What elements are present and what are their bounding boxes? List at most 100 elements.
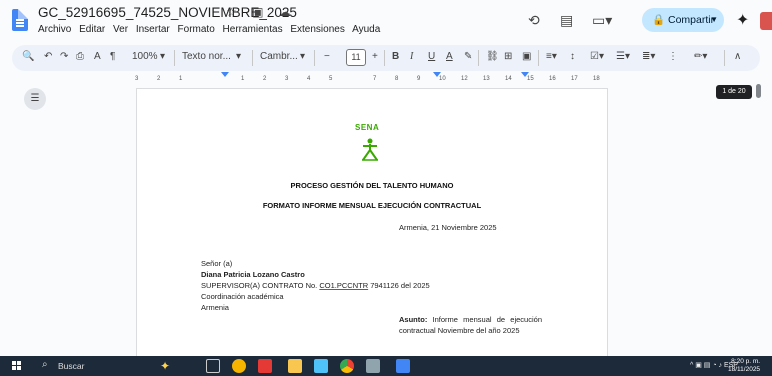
ruler-tick: 1 <box>241 76 245 82</box>
ruler-tick: 5 <box>329 76 333 82</box>
numbered-list-icon[interactable]: ≣▾ <box>642 51 655 62</box>
ruler-tick: 17 <box>571 76 578 82</box>
undo-icon[interactable]: ↶ <box>44 51 52 62</box>
zoom-select[interactable]: 100% <box>132 51 158 62</box>
document-canvas[interactable]: SENA PROCESO GESTIÓN DEL TALENTO HUMANO … <box>0 86 772 356</box>
mail-app-icon[interactable] <box>314 359 328 373</box>
paint-format-icon[interactable]: ¶ <box>110 51 115 62</box>
avatar[interactable] <box>760 12 772 30</box>
clock-date: 18/11/2025 <box>728 366 761 373</box>
collapse-toolbar-icon[interactable]: ∧ <box>734 51 741 62</box>
align-icon[interactable]: ≡▾ <box>546 51 557 62</box>
ruler-tick: 7 <box>373 76 377 82</box>
bold-button[interactable]: B <box>392 51 399 62</box>
history-icon[interactable]: ⟲ <box>528 12 540 29</box>
lock-icon: 🔒 <box>652 14 666 26</box>
menu-archivo[interactable]: Archivo <box>38 24 71 35</box>
italic-button[interactable]: I <box>410 51 413 62</box>
font-size-input[interactable]: 11 <box>346 49 366 66</box>
subject-block: Asunto: Informe mensual de ejecución con… <box>399 315 542 336</box>
ruler-tick: 2 <box>263 76 267 82</box>
title-bar: GC_52916695_74525_NOVIEMBRE_2025 ☆ ▣ ☁ A… <box>0 0 772 44</box>
active-app-icon[interactable] <box>396 359 410 373</box>
menu-editar[interactable]: Editar <box>79 24 105 35</box>
print-icon[interactable]: ⎙ <box>76 51 84 62</box>
file-explorer-icon[interactable] <box>288 359 302 373</box>
decrease-font-icon[interactable]: − <box>324 51 330 62</box>
style-select[interactable]: Texto nor... <box>182 51 231 62</box>
department: Coordinación académica <box>201 292 284 301</box>
tab-stop-marker[interactable] <box>433 72 441 77</box>
chevron-down-icon[interactable]: ▾ <box>300 51 305 62</box>
menu-herramientas[interactable]: Herramientas <box>223 24 283 35</box>
right-indent-marker[interactable] <box>521 72 529 77</box>
title-action-icons[interactable]: ☆ ▣ ☁ <box>226 5 297 19</box>
underline-button[interactable]: U <box>428 51 435 62</box>
editing-mode-icon[interactable]: ✏▾ <box>694 51 707 62</box>
ruler-tick: 3 <box>135 76 139 82</box>
ruler-tick: 18 <box>593 76 600 82</box>
divider <box>384 50 385 66</box>
redo-icon[interactable]: ↷ <box>60 51 68 62</box>
divider <box>538 50 539 66</box>
widgets-icon[interactable] <box>232 359 246 373</box>
divider <box>174 50 175 66</box>
store-app-icon[interactable] <box>366 359 380 373</box>
chevron-down-icon[interactable]: ▼ <box>710 8 718 32</box>
menu-ayuda[interactable]: Ayuda <box>352 24 380 35</box>
scrollbar-thumb[interactable] <box>756 84 761 98</box>
ruler[interactable]: 3 2 1 1 2 3 4 5 7 8 9 10 12 13 14 15 16 … <box>135 72 607 86</box>
share-label: Compartir <box>668 14 715 26</box>
menu-formato[interactable]: Formato <box>178 24 215 35</box>
search-menus-icon[interactable]: 🔍 <box>22 51 34 62</box>
comments-icon[interactable]: ▤ <box>560 12 573 29</box>
spellcheck-icon[interactable]: A <box>94 51 101 62</box>
document-outline-button[interactable]: ☰ <box>24 88 46 110</box>
clock[interactable]: 8:20 p. m. 18/11/2025 <box>728 358 760 374</box>
text-color-button[interactable]: A <box>446 51 453 62</box>
docs-logo-icon[interactable] <box>12 9 28 31</box>
font-select[interactable]: Cambr... <box>260 51 298 62</box>
menu-ver[interactable]: Ver <box>113 24 128 35</box>
windows-start-icon[interactable] <box>12 361 22 371</box>
menu-bar: Archivo Editar Ver Insertar Formato Herr… <box>38 24 385 35</box>
ruler-tick: 3 <box>285 76 289 82</box>
divider <box>724 50 725 66</box>
more-options-icon[interactable]: ⋮ <box>668 51 678 62</box>
chevron-down-icon[interactable]: ▾ <box>160 51 165 62</box>
menu-insertar[interactable]: Insertar <box>136 24 170 35</box>
salutation: Señor (a) <box>201 259 233 268</box>
comment-add-icon[interactable]: ⊞ <box>504 51 512 62</box>
divider <box>314 50 315 66</box>
highlight-icon[interactable]: ✎ <box>464 51 472 62</box>
ruler-tick: 4 <box>307 76 311 82</box>
taskbar-search-input[interactable]: Buscar <box>58 361 84 371</box>
ruler-tick: 12 <box>461 76 468 82</box>
pdf-app-icon[interactable] <box>258 359 272 373</box>
chevron-down-icon[interactable]: ▾ <box>236 51 241 62</box>
checklist-icon[interactable]: ☑▾ <box>590 51 604 62</box>
task-view-icon[interactable] <box>206 359 220 373</box>
image-icon[interactable]: ▣ <box>522 51 531 62</box>
ruler-tick: 13 <box>483 76 490 82</box>
search-icon[interactable]: ⌕ <box>42 359 48 370</box>
share-button[interactable]: 🔒 Compartir ▼ <box>642 8 724 32</box>
divider <box>252 50 253 66</box>
subject-label: Asunto: <box>399 315 428 324</box>
windows-taskbar: ⌕ Buscar ✦ ^ ▣ ▤ ◔ ♪ ESP 8:20 p. m. 18/1… <box>0 356 772 376</box>
gemini-icon[interactable]: ✦ <box>736 10 749 30</box>
clock-time: 8:20 p. m. <box>731 358 761 365</box>
line-spacing-icon[interactable]: ↕ <box>570 51 575 62</box>
ruler-tick: 8 <box>395 76 399 82</box>
left-indent-marker[interactable] <box>221 72 229 77</box>
document-page[interactable]: SENA PROCESO GESTIÓN DEL TALENTO HUMANO … <box>137 89 607 356</box>
meet-icon[interactable]: ▭▾ <box>592 12 612 29</box>
place-date: Armenia, 21 Noviembre 2025 <box>399 223 497 232</box>
menu-extensiones[interactable]: Extensiones <box>290 24 344 35</box>
link-icon[interactable]: ⛓ <box>486 51 499 62</box>
chrome-icon[interactable] <box>340 359 354 373</box>
increase-font-icon[interactable]: + <box>372 51 378 62</box>
copilot-sparkle-icon[interactable]: ✦ <box>160 359 174 373</box>
bulleted-list-icon[interactable]: ☰▾ <box>616 51 630 62</box>
ruler-tick: 9 <box>417 76 421 82</box>
